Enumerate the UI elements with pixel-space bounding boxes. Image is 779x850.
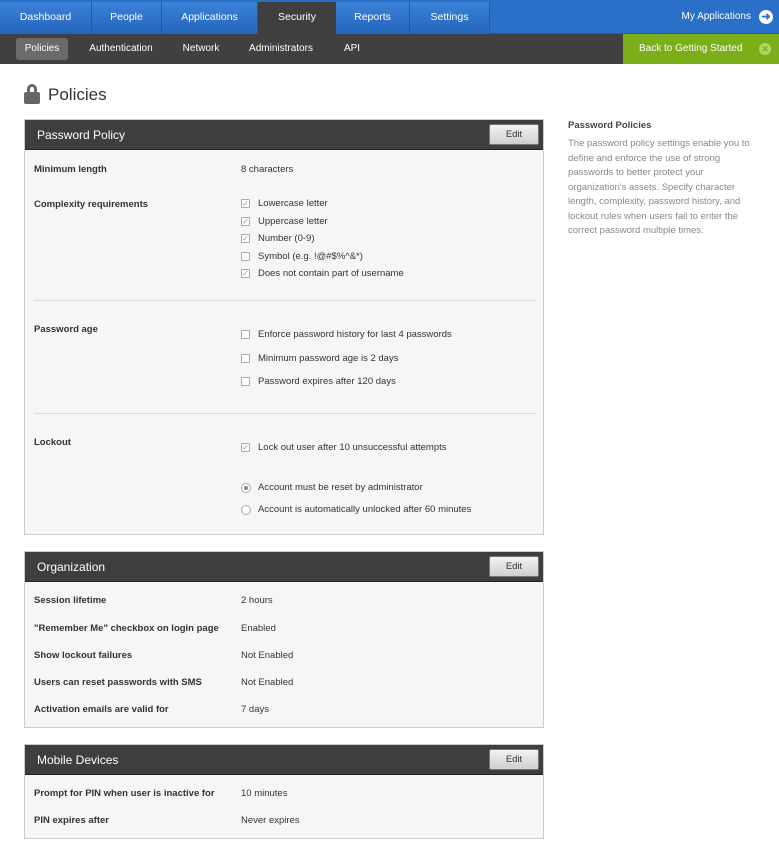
close-icon[interactable]: ✕ <box>759 43 771 55</box>
subnav-policies[interactable]: Policies <box>16 38 68 60</box>
session-lifetime-value: 2 hours <box>241 595 273 606</box>
page-title: Policies <box>48 85 107 104</box>
help-title: Password Policies <box>568 120 652 131</box>
divider <box>34 300 536 301</box>
my-applications-link[interactable]: My Applications <box>682 0 751 34</box>
password-policy-panel: Password Policy Edit Minimum length 8 ch… <box>24 119 544 535</box>
subnav-network[interactable]: Network <box>178 38 224 60</box>
checkbox-label: Symbol (e.g. !@#$%^&*) <box>258 251 363 262</box>
checkbox-label: Password expires after 120 days <box>258 376 396 387</box>
checkbox-label: Lock out user after 10 unsuccessful atte… <box>258 442 447 453</box>
checkbox-label: Number (0-9) <box>258 233 315 244</box>
back-to-getting-started-label: Back to Getting Started <box>639 43 743 54</box>
checkbox-icon <box>241 377 250 386</box>
lockout-failures-value: Not Enabled <box>241 650 294 661</box>
remember-me-value: Enabled <box>241 623 276 634</box>
divider <box>34 413 536 414</box>
sms-reset-label: Users can reset passwords with SMS <box>34 677 202 688</box>
arrow-right-icon[interactable]: ➜ <box>759 10 773 24</box>
back-to-getting-started-button[interactable]: Back to Getting Started ✕ <box>623 34 779 64</box>
subnav-administrators[interactable]: Administrators <box>244 38 318 60</box>
organization-panel: Organization Edit Session lifetime 2 hou… <box>24 551 544 728</box>
pin-expires-label: PIN expires after <box>34 815 109 826</box>
help-sidebar: Password Policies The password policy se… <box>568 120 764 239</box>
help-text: The password policy settings enable you … <box>568 138 750 236</box>
radio-icon <box>241 483 251 493</box>
checkbox-icon: ✓ <box>241 199 250 208</box>
panel-title: Mobile Devices <box>37 753 119 767</box>
radio-icon <box>241 505 251 515</box>
checkbox-label: Minimum password age is 2 days <box>258 353 399 364</box>
activation-emails-label: Activation emails are valid for <box>34 704 169 715</box>
panel-header: Password Policy Edit <box>25 120 543 150</box>
tab-settings[interactable]: Settings <box>410 2 490 34</box>
panel-header: Organization Edit <box>25 552 543 582</box>
edit-mobile-devices-button[interactable]: Edit <box>489 749 539 770</box>
pin-prompt-value: 10 minutes <box>241 788 288 799</box>
activation-emails-value: 7 days <box>241 704 269 715</box>
password-age-label: Password age <box>34 324 98 335</box>
checkbox-label: Does not contain part of username <box>258 268 404 279</box>
sub-nav: Policies Authentication Network Administ… <box>0 34 779 64</box>
checkbox-label: Uppercase letter <box>258 216 328 227</box>
tab-security[interactable]: Security <box>258 2 336 35</box>
panel-header: Mobile Devices Edit <box>25 745 543 775</box>
edit-password-policy-button[interactable]: Edit <box>489 124 539 145</box>
subnav-api[interactable]: API <box>338 38 366 60</box>
tab-reports[interactable]: Reports <box>336 2 410 34</box>
panel-title: Password Policy <box>37 128 126 142</box>
min-length-label: Minimum length <box>34 164 107 175</box>
min-length-value: 8 characters <box>241 164 294 175</box>
checkbox-label: Lowercase letter <box>258 198 328 209</box>
complexity-label: Complexity requirements <box>34 199 149 210</box>
checkbox-icon: ✓ <box>241 234 250 243</box>
subnav-authentication[interactable]: Authentication <box>84 38 158 60</box>
sms-reset-value: Not Enabled <box>241 677 294 688</box>
remember-me-label: "Remember Me" checkbox on login page <box>34 623 219 634</box>
checkbox-icon: ✓ <box>241 217 250 226</box>
checkbox-icon <box>241 252 250 261</box>
lockout-failures-label: Show lockout failures <box>34 650 133 661</box>
tab-dashboard[interactable]: Dashboard <box>0 2 92 34</box>
checkbox-icon <box>241 354 250 363</box>
top-nav: Dashboard People Applications Security R… <box>0 0 779 35</box>
lock-icon <box>24 84 40 104</box>
checkbox-icon: ✓ <box>241 443 250 452</box>
checkbox-label: Enforce password history for last 4 pass… <box>258 329 452 340</box>
checkbox-icon: ✓ <box>241 269 250 278</box>
radio-label: Account is automatically unlocked after … <box>258 504 472 515</box>
session-lifetime-label: Session lifetime <box>34 595 107 606</box>
checkbox-icon <box>241 330 250 339</box>
panel-title: Organization <box>37 560 106 574</box>
lockout-label: Lockout <box>34 437 71 448</box>
tab-people[interactable]: People <box>92 2 162 34</box>
edit-organization-button[interactable]: Edit <box>489 556 539 577</box>
mobile-devices-panel: Mobile Devices Edit Prompt for PIN when … <box>24 744 544 839</box>
pin-prompt-label: Prompt for PIN when user is inactive for <box>34 788 215 799</box>
pin-expires-value: Never expires <box>241 815 300 826</box>
tab-applications[interactable]: Applications <box>162 2 258 34</box>
radio-label: Account must be reset by administrator <box>258 482 423 493</box>
